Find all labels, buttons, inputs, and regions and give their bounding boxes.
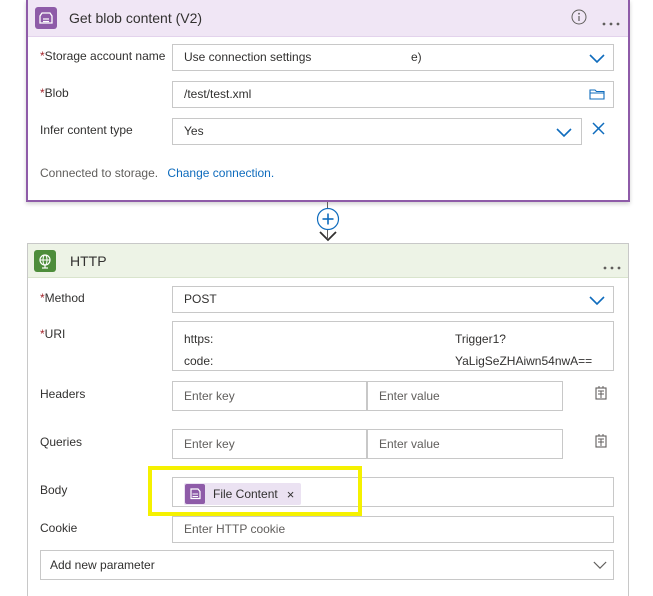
highlight-box bbox=[148, 466, 362, 516]
queries-key-input[interactable]: Enter key bbox=[172, 429, 367, 459]
headers-value-input[interactable]: Enter value bbox=[367, 381, 563, 411]
uri-line2-start: code: bbox=[184, 354, 214, 368]
chevron-down-icon[interactable] bbox=[556, 128, 572, 138]
headers-key-input[interactable]: Enter key bbox=[172, 381, 367, 411]
body-label: Body bbox=[40, 483, 68, 497]
add-step-icon[interactable] bbox=[316, 207, 340, 231]
chevron-down-icon[interactable] bbox=[589, 296, 605, 306]
blob-label: *Blob bbox=[40, 86, 69, 100]
cookie-placeholder: Enter HTTP cookie bbox=[184, 522, 286, 536]
switch-to-text-mode-icon[interactable] bbox=[593, 433, 609, 449]
cookie-input[interactable]: Enter HTTP cookie bbox=[172, 516, 614, 543]
storage-account-dropdown[interactable]: Use connection settings e) bbox=[172, 44, 614, 71]
method-value: POST bbox=[184, 292, 217, 306]
more-options-icon[interactable] bbox=[603, 259, 621, 270]
info-icon[interactable] bbox=[571, 9, 587, 25]
storage-account-value-start: Use connection settings bbox=[184, 50, 312, 64]
change-connection-link[interactable]: Change connection. bbox=[167, 166, 274, 180]
close-icon[interactable] bbox=[592, 122, 605, 135]
arrow-down-icon bbox=[319, 231, 337, 242]
uri-label: *URI bbox=[40, 327, 66, 341]
queries-value-placeholder: Enter value bbox=[379, 437, 440, 451]
blob-card-header[interactable]: Get blob content (V2) bbox=[28, 0, 628, 37]
blob-path-input[interactable]: /test/test.xml bbox=[172, 81, 614, 108]
http-card-title: HTTP bbox=[70, 253, 107, 269]
uri-line1-end: Trigger1? bbox=[455, 332, 506, 346]
queries-label: Queries bbox=[40, 435, 83, 449]
folder-icon[interactable] bbox=[589, 88, 605, 100]
queries-key-placeholder: Enter key bbox=[184, 437, 235, 451]
infer-content-type-label: Infer content type bbox=[40, 123, 133, 137]
redacted-region bbox=[311, 45, 411, 70]
queries-value-input[interactable]: Enter value bbox=[367, 429, 563, 459]
add-new-parameter-label: Add new parameter bbox=[50, 558, 155, 572]
uri-line1-start: https: bbox=[184, 332, 214, 346]
infer-content-type-value: Yes bbox=[184, 124, 204, 138]
add-new-parameter-dropdown[interactable]: Add new parameter bbox=[40, 550, 614, 580]
headers-label: Headers bbox=[40, 387, 86, 401]
switch-to-text-mode-icon[interactable] bbox=[593, 385, 609, 401]
headers-key-placeholder: Enter key bbox=[184, 389, 235, 403]
uri-input[interactable]: https: Trigger1? code: YaLigSeZHAiwn54nw… bbox=[172, 321, 614, 371]
headers-value-placeholder: Enter value bbox=[379, 389, 440, 403]
blob-card-title: Get blob content (V2) bbox=[69, 10, 203, 26]
method-dropdown[interactable]: POST bbox=[172, 286, 614, 313]
globe-icon bbox=[34, 250, 56, 272]
connected-text: Connected to storage. bbox=[40, 166, 159, 180]
method-label: *Method bbox=[40, 291, 85, 305]
infer-content-type-dropdown[interactable]: Yes bbox=[172, 118, 582, 145]
uri-line2-end: YaLigSeZHAiwn54nwA== bbox=[455, 354, 593, 368]
blob-storage-icon bbox=[35, 7, 57, 29]
connection-status: Connected to storage. Change connection. bbox=[40, 166, 274, 180]
more-options-icon[interactable] bbox=[602, 15, 620, 26]
storage-account-label: *Storage account name bbox=[40, 49, 166, 63]
storage-account-value-end: e) bbox=[411, 50, 422, 64]
http-card-header[interactable]: HTTP bbox=[28, 244, 628, 278]
chevron-down-icon[interactable] bbox=[593, 561, 607, 570]
blob-path-value: /test/test.xml bbox=[184, 87, 252, 101]
chevron-down-icon[interactable] bbox=[589, 54, 605, 64]
cookie-label: Cookie bbox=[40, 521, 78, 535]
